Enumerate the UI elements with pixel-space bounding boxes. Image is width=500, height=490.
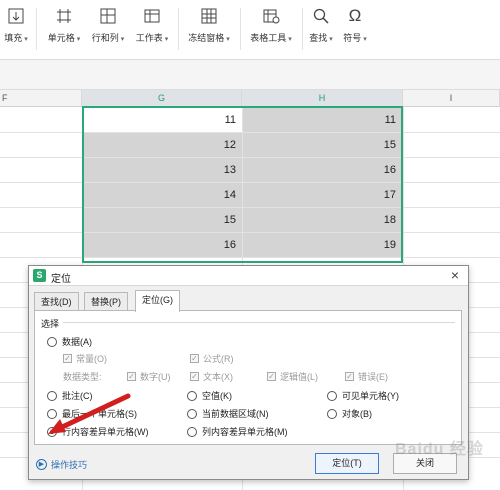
check-error: ✓ bbox=[345, 372, 354, 381]
goto-dialog: S 定位 × 查找(D) 替换(P) 定位(G) 选择 数据(A) ✓ 常量(O… bbox=[28, 265, 469, 480]
select-group-label: 选择 bbox=[41, 319, 60, 329]
table-tools-icon bbox=[261, 6, 281, 26]
type-text: ✓ 文本(X) bbox=[190, 370, 233, 383]
ribbon-separator bbox=[178, 8, 179, 50]
find-label: 查找 bbox=[309, 31, 332, 44]
formula-bar-area bbox=[0, 60, 500, 90]
symbol-button[interactable]: Ω 符号 bbox=[340, 6, 370, 50]
option-formula-label: 公式(R) bbox=[203, 354, 234, 364]
column-header-row: F G H I bbox=[0, 90, 500, 107]
option-row-differences[interactable]: 行内容差异单元格(W) bbox=[47, 425, 149, 438]
symbol-label: 符号 bbox=[343, 31, 366, 44]
fill-icon bbox=[6, 6, 26, 26]
radio-comment[interactable] bbox=[47, 390, 57, 401]
goto-panel: 选择 数据(A) ✓ 常量(O) ✓ 公式(R) 数据类型: ✓ 数字(U) ✓… bbox=[34, 310, 462, 445]
cell-button[interactable]: 单元格 bbox=[44, 6, 84, 50]
option-constant: ✓ 常量(O) bbox=[63, 352, 107, 365]
worksheet-label: 工作表 bbox=[136, 31, 168, 44]
check-constant: ✓ bbox=[63, 354, 72, 363]
ribbon-separator bbox=[240, 8, 241, 50]
table-tools-label: 表格工具 bbox=[250, 31, 291, 44]
check-number: ✓ bbox=[127, 372, 136, 381]
type-logical-label: 逻辑值(L) bbox=[280, 372, 318, 382]
option-blank[interactable]: 空值(K) bbox=[187, 389, 232, 402]
option-last-cell-label: 最后一个单元格(S) bbox=[62, 409, 137, 419]
option-object[interactable]: 对象(B) bbox=[327, 407, 372, 420]
option-object-label: 对象(B) bbox=[342, 409, 372, 419]
option-comment[interactable]: 批注(C) bbox=[47, 389, 93, 402]
option-column-differences[interactable]: 列内容差异单元格(M) bbox=[187, 425, 288, 438]
column-header-g[interactable]: G bbox=[82, 90, 242, 107]
search-icon bbox=[311, 6, 331, 26]
option-formula: ✓ 公式(R) bbox=[190, 352, 234, 365]
omega-icon: Ω bbox=[348, 6, 362, 25]
tab-find[interactable]: 查找(D) bbox=[34, 292, 79, 311]
option-visible-cells-label: 可见单元格(Y) bbox=[342, 391, 399, 401]
type-text-label: 文本(X) bbox=[203, 372, 233, 382]
tab-replace[interactable]: 替换(P) bbox=[84, 292, 128, 311]
ribbon-separator bbox=[302, 8, 303, 50]
radio-column-differences[interactable] bbox=[187, 426, 197, 437]
option-blank-label: 空值(K) bbox=[202, 391, 232, 401]
check-logical: ✓ bbox=[267, 372, 276, 381]
option-data-label: 数据(A) bbox=[62, 337, 92, 347]
option-visible-cells[interactable]: 可见单元格(Y) bbox=[327, 389, 399, 402]
tips-link[interactable]: ▶ 操作技巧 bbox=[36, 458, 87, 471]
radio-object[interactable] bbox=[327, 408, 337, 419]
radio-current-region[interactable] bbox=[187, 408, 197, 419]
freeze-panes-label: 冻结窗格 bbox=[188, 31, 229, 44]
dialog-title: 定位 bbox=[51, 274, 71, 285]
close-button[interactable]: 关闭 bbox=[393, 453, 457, 474]
type-error-label: 错误(E) bbox=[358, 372, 388, 382]
type-logical: ✓ 逻辑值(L) bbox=[267, 370, 318, 383]
check-formula: ✓ bbox=[190, 354, 199, 363]
radio-row-differences[interactable] bbox=[47, 426, 57, 437]
close-icon[interactable]: × bbox=[448, 267, 462, 283]
play-icon: ▶ bbox=[36, 459, 47, 470]
option-last-cell[interactable]: 最后一个单元格(S) bbox=[47, 407, 137, 420]
worksheet-icon bbox=[142, 6, 162, 26]
option-row-differences-label: 行内容差异单元格(W) bbox=[62, 427, 149, 437]
type-number-label: 数字(U) bbox=[140, 372, 171, 382]
check-text: ✓ bbox=[190, 372, 199, 381]
app-logo-icon: S bbox=[33, 269, 46, 282]
fill-button[interactable]: 填充 bbox=[2, 6, 30, 50]
radio-last-cell[interactable] bbox=[47, 408, 57, 419]
option-column-differences-label: 列内容差异单元格(M) bbox=[202, 427, 288, 437]
radio-visible-cells[interactable] bbox=[327, 390, 337, 401]
freeze-panes-icon bbox=[199, 6, 219, 26]
radio-blank[interactable] bbox=[187, 390, 197, 401]
ribbon-toolbar: 填充 单元格 行和列 工作表 冻结窗格 表格工具 查 bbox=[0, 0, 500, 60]
worksheet-button[interactable]: 工作表 bbox=[132, 6, 172, 50]
find-button[interactable]: 查找 bbox=[306, 6, 336, 50]
column-header-h[interactable]: H bbox=[242, 90, 403, 107]
option-current-region[interactable]: 当前数据区域(N) bbox=[187, 407, 269, 420]
column-header-i[interactable]: I bbox=[403, 90, 500, 107]
selection-range-border bbox=[82, 106, 403, 263]
table-tools-button[interactable]: 表格工具 bbox=[246, 6, 296, 50]
cell-label: 单元格 bbox=[48, 31, 80, 44]
tab-goto[interactable]: 定位(G) bbox=[135, 290, 180, 312]
type-error: ✓ 错误(E) bbox=[345, 370, 388, 383]
type-number: ✓ 数字(U) bbox=[127, 370, 171, 383]
option-comment-label: 批注(C) bbox=[62, 391, 93, 401]
row-col-label: 行和列 bbox=[92, 31, 124, 44]
fill-label: 填充 bbox=[4, 31, 27, 44]
group-divider bbox=[63, 322, 455, 323]
row-col-button[interactable]: 行和列 bbox=[88, 6, 128, 50]
goto-button[interactable]: 定位(T) bbox=[315, 453, 379, 474]
dialog-title-bar[interactable]: S 定位 × bbox=[29, 266, 468, 286]
cell-icon bbox=[54, 6, 74, 26]
tips-label: 操作技巧 bbox=[51, 460, 88, 470]
option-constant-label: 常量(O) bbox=[76, 354, 107, 364]
option-data[interactable]: 数据(A) bbox=[47, 335, 92, 348]
radio-data[interactable] bbox=[47, 336, 57, 347]
freeze-panes-button[interactable]: 冻结窗格 bbox=[184, 6, 234, 50]
datatype-label: 数据类型: bbox=[63, 372, 102, 382]
ribbon-separator bbox=[36, 8, 37, 50]
option-current-region-label: 当前数据区域(N) bbox=[202, 409, 269, 419]
column-header-f[interactable]: F bbox=[0, 90, 82, 107]
row-col-icon bbox=[98, 6, 118, 26]
